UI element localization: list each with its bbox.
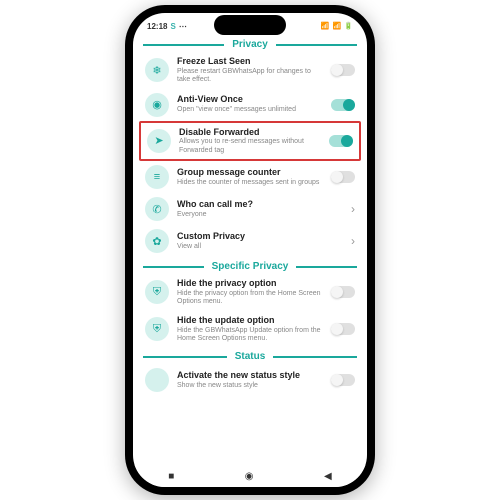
section-header: Specific Privacy (133, 261, 367, 272)
item-subtitle: View all (177, 243, 343, 251)
item-title: Hide the privacy option (177, 278, 323, 289)
item-icon (145, 368, 169, 392)
item-icon: ⛨ (145, 317, 169, 341)
item-title: Group message counter (177, 167, 323, 178)
notch (214, 15, 286, 35)
item-icon: ❄ (145, 58, 169, 82)
settings-item[interactable]: ❄ Freeze Last Seen Please restart GBWhat… (133, 52, 367, 89)
wifi-icon: 📶 (321, 22, 330, 30)
settings-item[interactable]: ≡ Group message counter Hides the counte… (133, 161, 367, 193)
item-subtitle: Hides the counter of messages sent in gr… (177, 179, 323, 187)
nav-home[interactable]: ◉ (245, 471, 254, 482)
section-title: Specific Privacy (204, 261, 297, 272)
settings-item[interactable]: Activate the new status style Show the n… (133, 364, 367, 396)
item-text: Custom Privacy View all (177, 231, 343, 251)
status-dots: ⋯ (179, 22, 188, 31)
signal-icon: 📶 (333, 22, 342, 30)
settings-item[interactable]: ✆ Who can call me? Everyone › (133, 193, 367, 225)
settings-content: Privacy ❄ Freeze Last Seen Please restar… (133, 35, 367, 465)
android-nav-bar: ■ ◉ ◀ (133, 465, 367, 487)
item-icon: ◉ (145, 93, 169, 117)
phone-frame: 12:18 S ⋯ 📶 📶 🔋 Privacy ❄ Freeze Last Se… (125, 5, 375, 495)
item-title: Freeze Last Seen (177, 56, 323, 67)
item-subtitle: Show the new status style (177, 382, 323, 390)
nav-back[interactable]: ◀ (324, 471, 332, 482)
item-text: Disable Forwarded Allows you to re-send … (179, 127, 321, 156)
section-title: Status (227, 351, 274, 362)
item-text: Freeze Last Seen Please restart GBWhatsA… (177, 56, 323, 85)
item-subtitle: Allows you to re-send messages without F… (179, 138, 321, 155)
item-text: Hide the update option Hide the GBWhatsA… (177, 315, 323, 344)
item-subtitle: Everyone (177, 211, 343, 219)
toggle-switch[interactable] (331, 374, 355, 386)
settings-item[interactable]: ✿ Custom Privacy View all › (133, 225, 367, 257)
item-title: Anti-View Once (177, 94, 323, 105)
item-text: Group message counter Hides the counter … (177, 167, 323, 187)
item-icon: ⛨ (145, 280, 169, 304)
toggle-switch[interactable] (329, 135, 353, 147)
section-title: Privacy (224, 39, 276, 50)
item-title: Custom Privacy (177, 231, 343, 242)
item-subtitle: Hide the GBWhatsApp Update option from t… (177, 327, 323, 344)
section-header: Status (133, 351, 367, 362)
toggle-switch[interactable] (331, 99, 355, 111)
toggle-switch[interactable] (331, 286, 355, 298)
chevron-right-icon: › (351, 234, 355, 248)
item-icon: ✿ (145, 229, 169, 253)
item-title: Activate the new status style (177, 370, 323, 381)
battery-icon: 🔋 (344, 22, 353, 30)
status-indicator: S (170, 22, 175, 31)
item-icon: ✆ (145, 197, 169, 221)
settings-item[interactable]: ⛨ Hide the privacy option Hide the priva… (133, 274, 367, 311)
item-text: Anti-View Once Open "view once" messages… (177, 94, 323, 114)
settings-item[interactable]: ➤ Disable Forwarded Allows you to re-sen… (139, 121, 361, 162)
section-header: Privacy (133, 39, 367, 50)
status-time: 12:18 (147, 22, 167, 31)
item-text: Activate the new status style Show the n… (177, 370, 323, 390)
item-subtitle: Please restart GBWhatsApp for changes to… (177, 68, 323, 85)
toggle-switch[interactable] (331, 171, 355, 183)
item-title: Hide the update option (177, 315, 323, 326)
item-title: Disable Forwarded (179, 127, 321, 138)
screen: 12:18 S ⋯ 📶 📶 🔋 Privacy ❄ Freeze Last Se… (133, 13, 367, 487)
settings-item[interactable]: ◉ Anti-View Once Open "view once" messag… (133, 89, 367, 121)
item-icon: ≡ (145, 165, 169, 189)
item-subtitle: Hide the privacy option from the Home Sc… (177, 290, 323, 307)
chevron-right-icon: › (351, 202, 355, 216)
item-text: Who can call me? Everyone (177, 199, 343, 219)
item-title: Who can call me? (177, 199, 343, 210)
item-text: Hide the privacy option Hide the privacy… (177, 278, 323, 307)
toggle-switch[interactable] (331, 64, 355, 76)
item-subtitle: Open "view once" messages unlimited (177, 106, 323, 114)
settings-item[interactable]: ⛨ Hide the update option Hide the GBWhat… (133, 311, 367, 348)
nav-recent[interactable]: ■ (168, 471, 174, 482)
toggle-switch[interactable] (331, 323, 355, 335)
item-icon: ➤ (147, 129, 171, 153)
